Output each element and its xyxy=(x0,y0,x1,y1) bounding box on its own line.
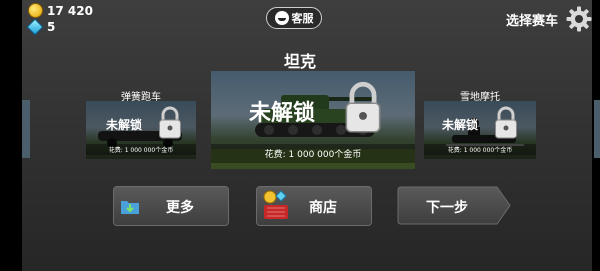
gem-amount: 5 xyxy=(47,20,56,34)
support-face-icon xyxy=(274,11,289,25)
gem-icon xyxy=(26,18,44,36)
coin-icon xyxy=(28,3,43,18)
support-button[interactable]: 客服 xyxy=(266,7,322,29)
selected-vehicle-title: 坦克 xyxy=(283,52,316,71)
coin-counter: 17 420 xyxy=(28,3,93,18)
shop-basket-icon xyxy=(263,190,288,219)
lock-icon xyxy=(345,81,381,133)
next-button[interactable]: 下一步 xyxy=(397,186,511,225)
more-button[interactable]: 更多 xyxy=(113,186,229,226)
next-label: 下一步 xyxy=(426,200,468,216)
right-cost-text: 花费: 1 000 000个金币 xyxy=(424,144,536,155)
coin-amount: 17 420 xyxy=(47,3,93,18)
folder-download-icon xyxy=(121,201,139,214)
center-locked-text: 未解锁 xyxy=(249,101,316,126)
lock-icon xyxy=(495,106,517,139)
selected-vehicle-card[interactable]: 未解锁 花费: 1 000 000个金币 xyxy=(211,71,415,169)
prev-vehicle-edge[interactable] xyxy=(22,100,30,158)
right-locked-text: 未解锁 xyxy=(442,118,479,132)
left-locked-text: 未解锁 xyxy=(106,118,143,132)
shop-label: 商店 xyxy=(309,200,337,216)
lock-icon xyxy=(159,106,181,139)
more-label: 更多 xyxy=(166,200,194,216)
next-vehicle-edge[interactable] xyxy=(594,100,600,158)
right-vehicle-card[interactable]: 未解锁 花费: 1 000 000个金币 xyxy=(424,101,536,159)
gear-icon[interactable] xyxy=(566,6,592,32)
support-label: 客服 xyxy=(291,12,314,25)
center-cost-text: 花费: 1 000 000个金币 xyxy=(211,144,415,163)
choose-vehicle-label: 选择赛车 xyxy=(506,14,559,29)
left-cost-text: 花费: 1 000 000个金币 xyxy=(86,144,196,155)
gem-counter: 5 xyxy=(26,18,56,36)
left-vehicle-card[interactable]: 未解锁 花费: 1 000 000个金币 xyxy=(86,101,196,159)
shop-button[interactable]: 商店 xyxy=(256,186,372,226)
game-screen: 17 420 5 客服 选择赛车 坦克 弹簧跑车 未解锁 花费: 1 000 0… xyxy=(0,0,600,271)
left-border xyxy=(0,0,22,271)
